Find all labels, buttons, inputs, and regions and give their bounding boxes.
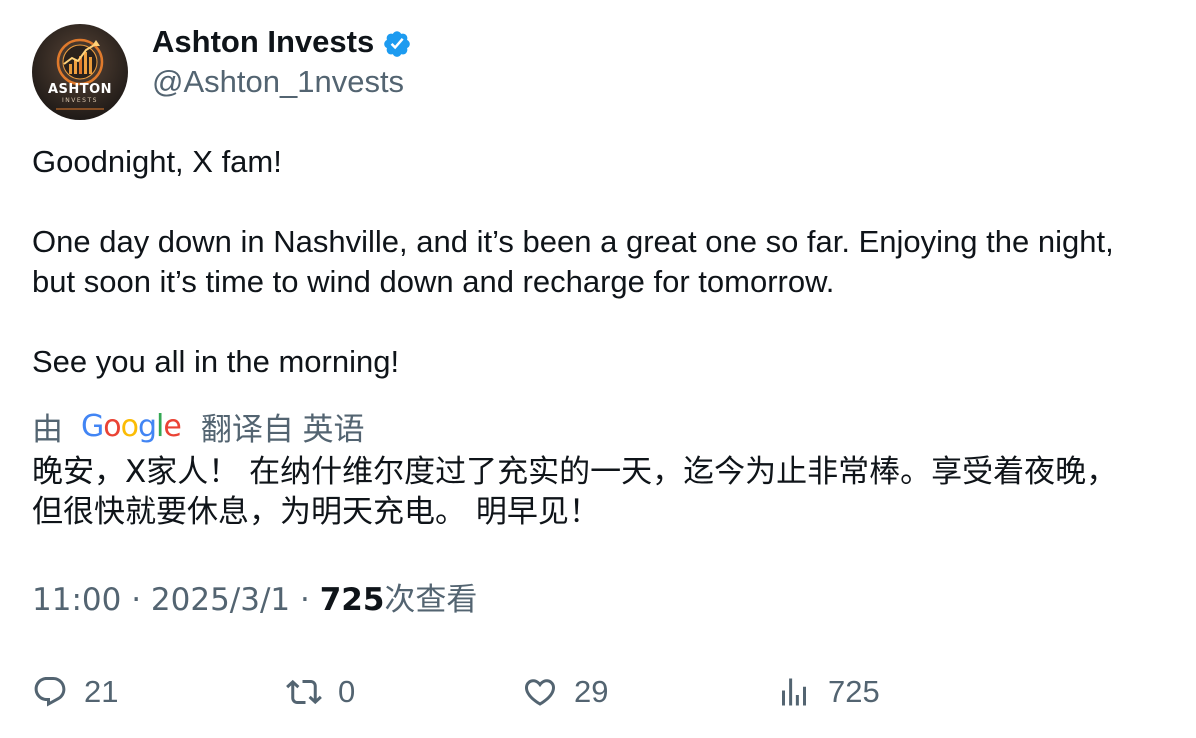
retweet-icon (286, 679, 322, 705)
like-count: 29 (574, 674, 609, 709)
meta-separator: · (121, 582, 151, 618)
retweet-button[interactable]: 0 (286, 666, 355, 718)
handle[interactable]: @Ashton_1nvests (152, 64, 412, 100)
avatar-title: ASHTON (47, 82, 113, 97)
display-name-row: Ashton Invests (152, 24, 412, 60)
tweet-date[interactable]: 2025/3/1 (151, 582, 290, 618)
tweet-paragraph: Goodnight, X fam! (32, 144, 282, 179)
tweet: ASHTON INVESTS Ashton Invests @Ashton_1n… (32, 24, 1172, 620)
reply-icon (34, 677, 66, 707)
avatar-logo-icon (32, 24, 128, 120)
tweet-text: Goodnight, X fam! One day down in Nashvi… (32, 142, 1172, 382)
views-action-count: 725 (828, 674, 880, 709)
display-name[interactable]: Ashton Invests (152, 24, 374, 60)
action-bar: 21 0 29 725 (32, 666, 1172, 718)
reply-count: 21 (84, 674, 119, 709)
analytics-icon (782, 678, 806, 706)
tweet-meta: 11:00 · 2025/3/1 · 725次查看 (32, 580, 1172, 620)
heart-icon (524, 679, 556, 706)
tweet-paragraph: One day down in Nashville, and it’s been… (32, 224, 1114, 299)
views-count: 725 (319, 582, 385, 618)
like-button[interactable]: 29 (522, 666, 608, 718)
views-button[interactable]: 725 (776, 666, 880, 718)
translated-text: 晚安，X家人！ 在纳什维尔度过了充实的一天，迄今为止非常棒。享受着夜晚， 但很快… (32, 452, 1172, 532)
reply-button[interactable]: 21 (32, 666, 118, 718)
translation-attribution[interactable]: 由 Google 翻译自 英语 (32, 406, 1172, 447)
tweet-paragraph: See you all in the morning! (32, 344, 400, 379)
views-label: 次查看 (384, 582, 478, 618)
translated-paragraph: 晚安，X家人！ 在纳什维尔度过了充实的一天，迄今为止非常棒。享受着夜晚， 但很快… (32, 454, 1118, 530)
meta-separator: · (290, 582, 320, 618)
author-names: Ashton Invests @Ashton_1nvests (152, 24, 412, 100)
translation-prefix: 由 (32, 411, 63, 447)
translation-suffix: 翻译自 英语 (200, 411, 365, 447)
avatar-subtitle: INVESTS (62, 97, 98, 104)
tweet-time[interactable]: 11:00 (32, 582, 121, 618)
avatar[interactable]: ASHTON INVESTS (32, 24, 128, 120)
verified-badge-icon[interactable] (382, 29, 412, 59)
google-logo: Google (81, 408, 182, 444)
tweet-header: ASHTON INVESTS Ashton Invests @Ashton_1n… (32, 24, 1172, 120)
retweet-count: 0 (338, 674, 356, 709)
